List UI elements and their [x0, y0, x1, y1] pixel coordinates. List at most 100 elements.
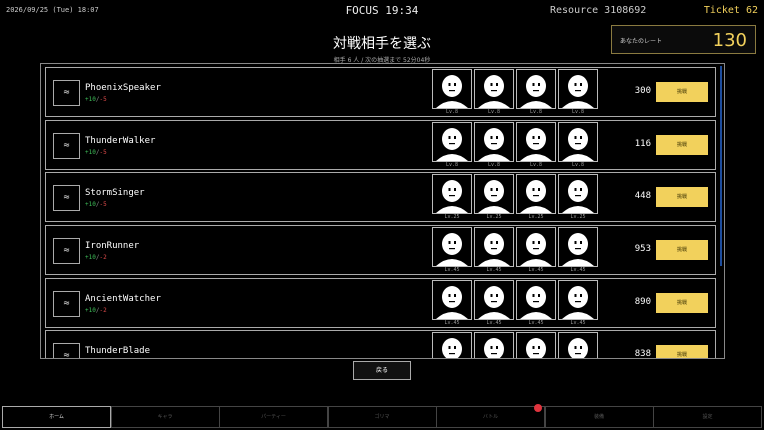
member-level: Lv.45 [444, 267, 460, 273]
character-avatar-icon [432, 69, 472, 109]
party-member: Lv.45 [558, 279, 598, 327]
list-scrollbar[interactable] [720, 66, 722, 266]
opponent-row[interactable]: ≈ PhoenixSpeaker +10/-5 Lv.8 Lv.8 Lv.8 Lv.8 300… [45, 67, 716, 117]
character-avatar-icon [558, 69, 598, 109]
rate-loss: -2 [99, 254, 107, 261]
waves-icon: ≈ [53, 343, 80, 358]
notification-dot-icon [534, 404, 542, 412]
character-avatar-icon [516, 122, 556, 162]
character-avatar-icon [474, 69, 514, 109]
character-avatar-icon [558, 174, 598, 214]
challenge-button[interactable]: 挑戦 [656, 240, 708, 260]
waves-icon: ≈ [53, 80, 80, 106]
opponent-row[interactable]: ≈ IronRunner +10/-2 Lv.45 Lv.45 Lv.45 Lv.45 953… [45, 225, 716, 275]
waves-icon: ≈ [53, 185, 80, 211]
opponent-party [432, 331, 600, 358]
back-button[interactable]: 戻る [353, 361, 411, 380]
ticket-counter: Ticket 62 [703, 5, 758, 16]
opponent-row[interactable]: ≈ StormSinger +10/-5 Lv.25 Lv.25 Lv.25 Lv.25 44… [45, 172, 716, 222]
challenge-button[interactable]: 挑戦 [656, 135, 708, 155]
rate-change: +10/-2 [85, 254, 107, 261]
member-level: Lv.8 [487, 162, 501, 168]
opponent-name: StormSinger [85, 188, 145, 198]
character-avatar-icon [516, 280, 556, 320]
party-member [474, 331, 514, 358]
opponent-party: Lv.45 Lv.45 Lv.45 Lv.45 [432, 226, 600, 274]
character-avatar-icon [558, 332, 598, 358]
challenge-button[interactable]: 挑戦 [656, 345, 708, 358]
opponent-name: PhoenixSpeaker [85, 83, 161, 93]
rate-panel: あなたのレート 130 [611, 25, 756, 54]
member-level: Lv.45 [570, 320, 586, 326]
member-level: Lv.8 [445, 109, 459, 115]
member-level: Lv.25 [444, 214, 460, 220]
rate-win: +10 [85, 307, 96, 314]
character-avatar-icon [474, 174, 514, 214]
rate-loss: -5 [99, 149, 107, 156]
party-member: Lv.45 [432, 279, 472, 327]
member-level: Lv.8 [571, 162, 585, 168]
opponent-party: Lv.8 Lv.8 Lv.8 Lv.8 [432, 68, 600, 116]
party-member: Lv.45 [432, 226, 472, 274]
rate-win: +10 [85, 254, 96, 261]
party-member: Lv.8 [516, 121, 556, 169]
opponent-name: IronRunner [85, 241, 140, 251]
top-status-bar: 2026/09/25 (Tue) 18:07 FOCUS 19:34 Resou… [0, 0, 764, 22]
opponent-row[interactable]: ≈ ThunderBlade 838 挑戦 [45, 330, 716, 359]
opponent-party: Lv.8 Lv.8 Lv.8 Lv.8 [432, 121, 600, 169]
opponent-row[interactable]: ≈ AncientWatcher +10/-2 Lv.45 Lv.45 Lv.45 Lv.4… [45, 278, 716, 328]
character-avatar-icon [516, 227, 556, 267]
character-avatar-icon [474, 332, 514, 358]
challenge-button[interactable]: 挑戦 [656, 187, 708, 207]
rate-change: +10/-5 [85, 96, 107, 103]
opponent-score: 838 [634, 349, 651, 359]
rate-loss: -5 [99, 96, 107, 103]
party-member: Lv.45 [474, 226, 514, 274]
opponent-score: 116 [634, 139, 651, 149]
resource-counter: Resource 3108692 [550, 5, 647, 16]
party-member: Lv.45 [474, 279, 514, 327]
rate-value: 130 [712, 30, 747, 51]
party-member: Lv.8 [474, 121, 514, 169]
party-member: Lv.25 [474, 173, 514, 221]
character-avatar-icon [474, 227, 514, 267]
character-avatar-icon [432, 122, 472, 162]
challenge-button[interactable]: 挑戦 [656, 293, 708, 313]
party-member: Lv.45 [558, 226, 598, 274]
party-member [432, 331, 472, 358]
waves-icon: ≈ [53, 133, 80, 159]
focus-timer: FOCUS 19:34 [345, 4, 419, 17]
character-avatar-icon [516, 332, 556, 358]
challenge-button[interactable]: 挑戦 [656, 82, 708, 102]
nav-tab[interactable]: バトル [436, 406, 545, 428]
member-level: Lv.45 [444, 320, 460, 326]
party-member: Lv.8 [432, 121, 472, 169]
nav-tab[interactable]: 設定 [653, 406, 762, 428]
opponent-score: 300 [634, 86, 651, 96]
character-avatar-icon [432, 174, 472, 214]
character-avatar-icon [474, 280, 514, 320]
nav-tab[interactable]: 装備 [544, 406, 654, 428]
opponent-list[interactable]: ≈ PhoenixSpeaker +10/-5 Lv.8 Lv.8 Lv.8 Lv.8 300… [40, 63, 725, 359]
rate-change: +10/-5 [85, 201, 107, 208]
nav-tab[interactable]: キャラ [110, 406, 220, 428]
party-member: Lv.8 [474, 68, 514, 116]
nav-tab[interactable]: ホーム [2, 406, 111, 428]
rate-change: +10/-2 [85, 307, 107, 314]
nav-tab[interactable]: ゴリマ [327, 406, 437, 428]
nav-tab[interactable]: パーティー [219, 406, 328, 428]
character-avatar-icon [558, 280, 598, 320]
character-avatar-icon [558, 227, 598, 267]
waves-icon: ≈ [53, 238, 80, 264]
waves-icon: ≈ [53, 291, 80, 317]
member-level: Lv.8 [487, 109, 501, 115]
rate-change: +10/-5 [85, 149, 107, 156]
party-member [558, 331, 598, 358]
opponent-row[interactable]: ≈ ThunderWalker +10/-5 Lv.8 Lv.8 Lv.8 Lv.8 116 挑… [45, 120, 716, 170]
member-level: Lv.8 [529, 109, 543, 115]
member-level: Lv.25 [570, 214, 586, 220]
party-member: Lv.45 [516, 226, 556, 274]
party-member: Lv.25 [516, 173, 556, 221]
member-level: Lv.45 [528, 320, 544, 326]
opponent-score: 890 [634, 297, 651, 307]
